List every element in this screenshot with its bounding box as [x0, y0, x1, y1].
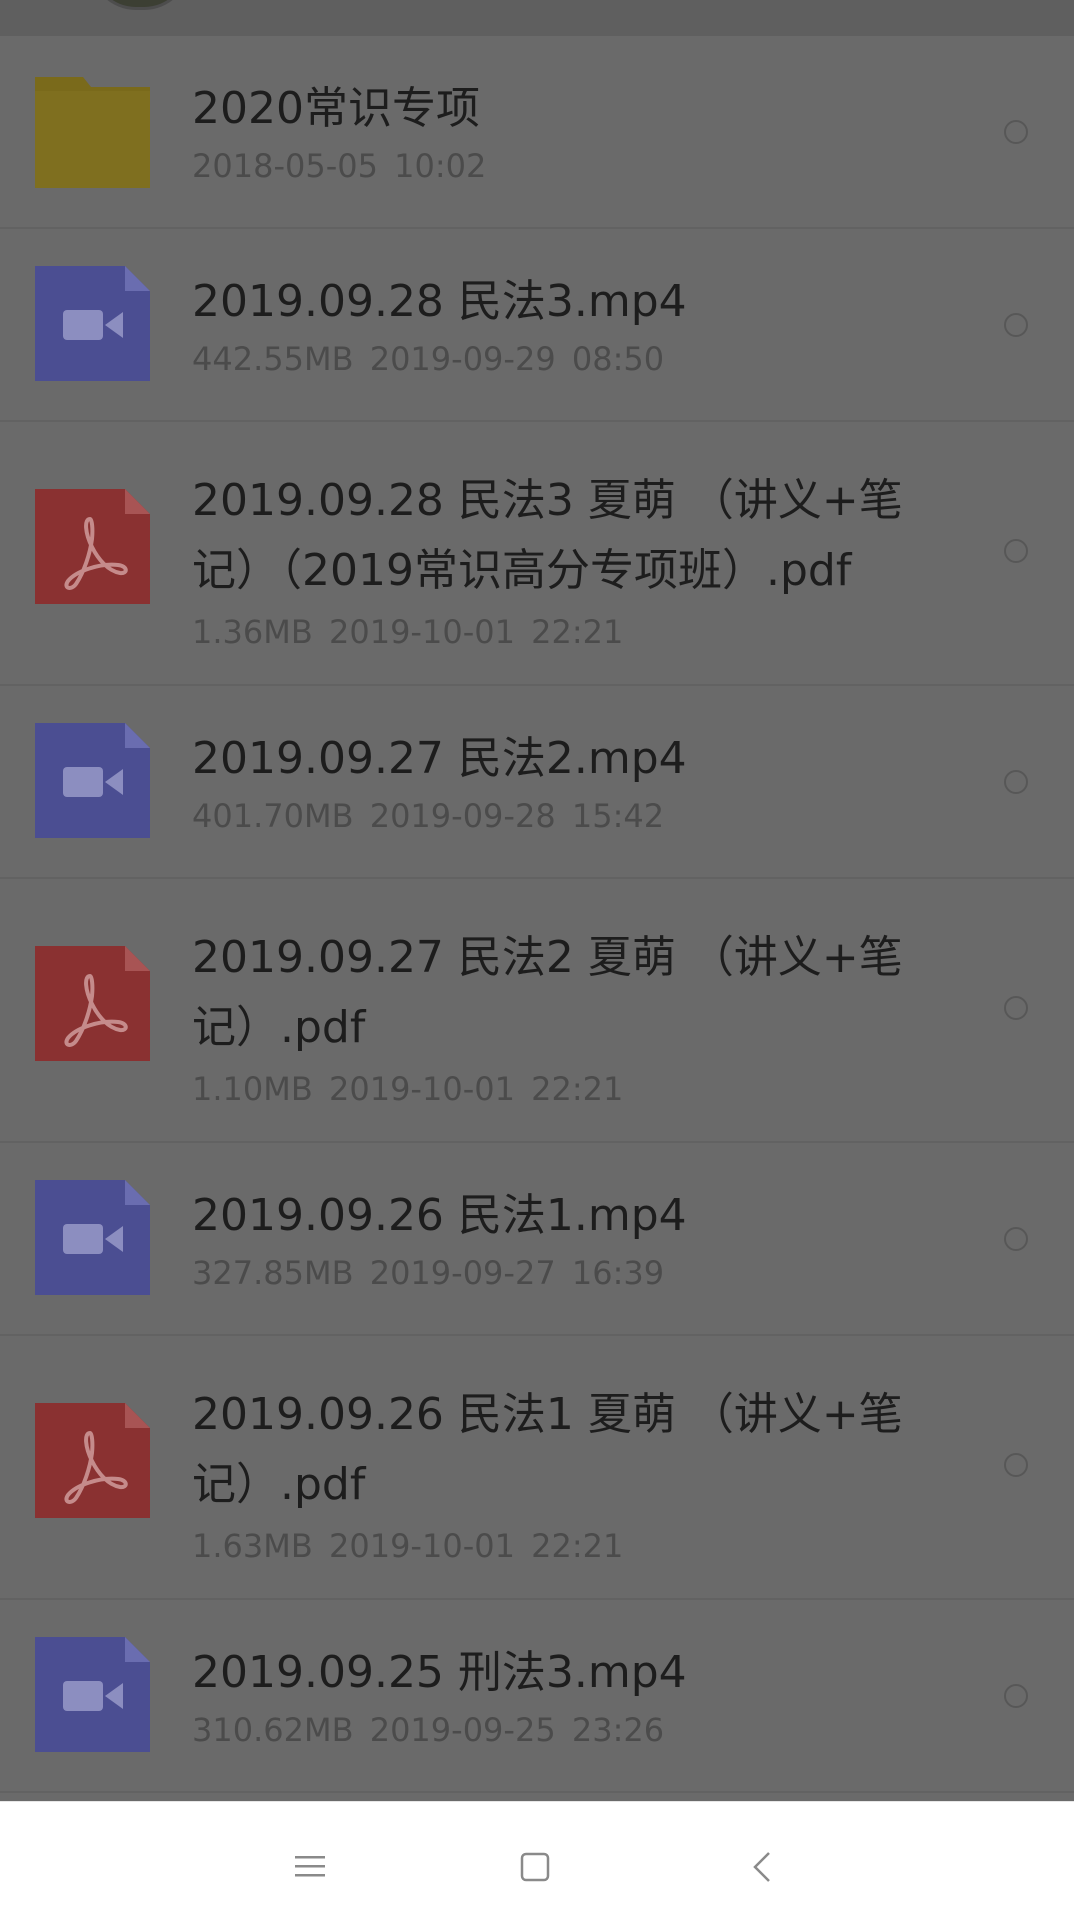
select-radio[interactable] [1004, 539, 1028, 563]
list-item[interactable]: 2019.09.26 民法1.mp4 327.85MB 2019-09-27 1… [0, 1143, 1074, 1336]
avatar[interactable] [90, 0, 190, 10]
system-nav-bar [0, 1801, 1074, 1932]
file-list: 2020常识专项 2018-05-05 10:02 2019.09.28 民法3… [0, 36, 1074, 1793]
file-name: 2019.09.27 民法2 夏萌 （讲义+笔记）.pdf [192, 932, 903, 1053]
list-item[interactable]: 2019.09.27 民法2.mp4 401.70MB 2019-09-28 1… [0, 686, 1074, 879]
file-meta: 1.10MB 2019-10-01 22:21 [192, 1070, 624, 1108]
file-name: 2019.09.27 民法2.mp4 [192, 733, 687, 784]
pdf-file-icon [35, 489, 150, 604]
list-item[interactable]: 2019.09.27 民法2 夏萌 （讲义+笔记）.pdf 1.10MB 201… [0, 879, 1074, 1143]
file-name: 2019.09.25 刑法3.mp4 [192, 1647, 687, 1698]
file-meta: 401.70MB 2019-09-28 15:42 [192, 797, 665, 835]
pdf-file-icon [35, 946, 150, 1061]
file-meta: 442.55MB 2019-09-29 08:50 [192, 340, 665, 378]
video-file-icon [35, 1180, 150, 1295]
file-name: 2019.09.28 民法3 夏萌 （讲义+笔记）（2019常识高分专项班）.p… [192, 475, 903, 596]
list-item[interactable]: 2020常识专项 2018-05-05 10:02 [0, 36, 1074, 229]
list-item[interactable]: 2019.09.25 刑法3.mp4 310.62MB 2019-09-25 2… [0, 1600, 1074, 1793]
file-name: 2019.09.28 民法3.mp4 [192, 276, 687, 327]
back-button[interactable] [722, 1832, 802, 1902]
select-radio[interactable] [1004, 313, 1028, 337]
video-file-icon [35, 266, 150, 381]
file-meta: 1.36MB 2019-10-01 22:21 [192, 613, 624, 651]
select-radio[interactable] [1004, 1227, 1028, 1251]
home-icon [520, 1852, 550, 1882]
menu-icon [295, 1856, 325, 1877]
file-meta: 310.62MB 2019-09-25 23:26 [192, 1711, 665, 1749]
video-file-icon [35, 1637, 150, 1752]
file-name: 2020常识专项 [192, 83, 480, 134]
home-button[interactable] [495, 1832, 575, 1902]
file-name: 2019.09.26 民法1 夏萌 （讲义+笔记）.pdf [192, 1389, 903, 1510]
file-meta: 2018-05-05 10:02 [192, 147, 487, 185]
file-meta: 327.85MB 2019-09-27 16:39 [192, 1254, 665, 1292]
select-radio[interactable] [1004, 120, 1028, 144]
list-item[interactable]: 2019.09.28 民法3 夏萌 （讲义+笔记）（2019常识高分专项班）.p… [0, 422, 1074, 686]
list-item[interactable]: 2019.09.26 民法1 夏萌 （讲义+笔记）.pdf 1.63MB 201… [0, 1336, 1074, 1600]
select-radio[interactable] [1004, 770, 1028, 794]
pdf-file-icon [35, 1403, 150, 1518]
back-icon [753, 1852, 770, 1882]
file-name: 2019.09.26 民法1.mp4 [192, 1190, 687, 1241]
video-file-icon [35, 723, 150, 838]
file-meta: 1.63MB 2019-10-01 22:21 [192, 1527, 624, 1565]
top-bar [0, 0, 1074, 36]
select-radio[interactable] [1004, 996, 1028, 1020]
folder-icon [35, 77, 150, 188]
select-radio[interactable] [1004, 1453, 1028, 1477]
list-item[interactable]: 2019.09.28 民法3.mp4 442.55MB 2019-09-29 0… [0, 229, 1074, 422]
menu-button[interactable] [270, 1832, 350, 1902]
select-radio[interactable] [1004, 1684, 1028, 1708]
